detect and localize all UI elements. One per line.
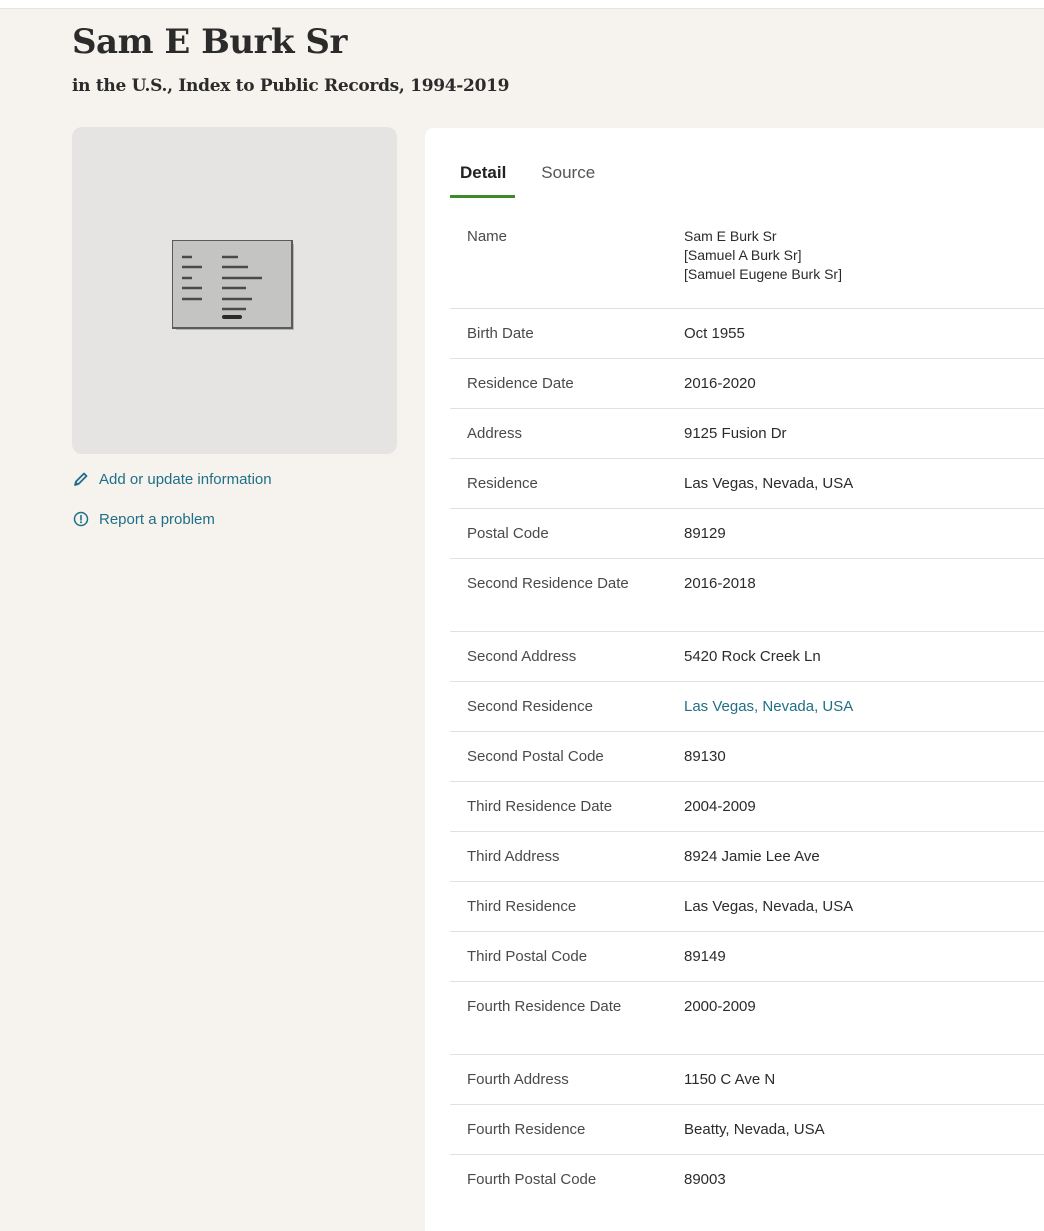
row-label: Fourth Residence [467,1121,586,1138]
row-value: 2000-2009 [684,998,756,1015]
row-value: 5420 Rock Creek Ln [684,648,821,665]
row-label: Residence [467,475,538,492]
report-problem-label: Report a problem [99,510,215,528]
name-alias: [Samuel Eugene Burk Sr] [684,266,842,282]
table-row: Birth Date Oct 1955 [450,309,1044,359]
row-label: Second Address [467,648,577,665]
row-value: 2016-2020 [684,375,756,392]
table-row: Residence Date 2016-2020 [450,359,1044,409]
row-label: Birth Date [467,325,534,342]
top-bar [0,0,1044,9]
document-card-icon [172,240,294,330]
row-label: Fourth Postal Code [467,1171,597,1188]
table-row: Second Address 5420 Rock Creek Ln [450,632,1044,682]
row-value: 2016-2018 [684,575,756,592]
row-label: Second Residence [467,698,593,715]
row-value: 89149 [684,948,726,965]
row-value: 89130 [684,748,726,765]
table-row: Fourth Residence Beatty, Nevada, USA [450,1105,1044,1155]
table-row: Residence Las Vegas, Nevada, USA [450,459,1044,509]
table-row: Second Residence Las Vegas, Nevada, USA [450,682,1044,732]
row-value: Las Vegas, Nevada, USA [684,475,854,492]
table-row: Third Residence Date 2004-2009 [450,782,1044,832]
table-row: Second Residence Date 2016-2018 [450,559,1044,632]
row-label: Address [467,425,523,442]
table-row: Third Address 8924 Jamie Lee Ave [450,832,1044,882]
table-row: Postal Code 89129 [450,509,1044,559]
row-label: Second Postal Code [467,748,604,765]
name-alias: [Samuel A Burk Sr] [684,247,802,263]
report-problem-link[interactable]: Report a problem [72,506,272,532]
row-label: Residence Date [467,375,574,392]
row-label: Postal Code [467,525,549,542]
tab-source[interactable]: Source [531,161,604,198]
table-row: Fourth Residence Date 2000-2009 [450,982,1044,1055]
residence-link[interactable]: Las Vegas, Nevada, USA [684,697,1044,731]
table-row-name: Name Sam E Burk Sr [Samuel A Burk Sr] [S… [450,207,1044,309]
add-update-info-label: Add or update information [99,470,272,488]
info-circle-icon [72,510,90,528]
row-label: Fourth Residence Date [467,998,622,1015]
row-label: Third Postal Code [467,948,588,965]
table-row: Fourth Address 1150 C Ave N [450,1055,1044,1105]
row-value: Las Vegas, Nevada, USA [684,898,854,915]
page-title: Sam E Burk Sr [72,22,347,62]
row-value: Oct 1955 [684,325,745,342]
row-label: Name [467,228,508,245]
table-row: Third Postal Code 89149 [450,932,1044,982]
row-label: Third Residence Date [467,798,613,815]
row-value: 89129 [684,525,726,542]
row-value: 89003 [684,1171,726,1188]
record-tabs: Detail Source [450,161,620,198]
pencil-icon [72,470,90,488]
record-thumbnail[interactable] [72,127,397,454]
add-update-info-link[interactable]: Add or update information [72,466,272,492]
record-actions: Add or update information Report a probl… [72,466,272,546]
row-value: Beatty, Nevada, USA [684,1121,825,1138]
row-label: Third Address [467,848,560,865]
table-row: Address 9125 Fusion Dr [450,409,1044,459]
collection-subtitle: in the U.S., Index to Public Records, 19… [72,76,510,96]
table-row: Second Postal Code 89130 [450,732,1044,782]
row-value: 9125 Fusion Dr [684,425,787,442]
table-row: Third Residence Las Vegas, Nevada, USA [450,882,1044,932]
detail-table: Name Sam E Burk Sr [Samuel A Burk Sr] [S… [450,207,1044,1205]
table-row: Fourth Postal Code 89003 [450,1155,1044,1205]
row-value: 1150 C Ave N [684,1071,776,1088]
row-value: 2004-2009 [684,798,756,815]
name-primary: Sam E Burk Sr [684,228,777,244]
row-label: Second Residence Date [467,575,629,592]
tab-detail[interactable]: Detail [450,161,516,198]
row-label: Fourth Address [467,1071,569,1088]
row-value: 8924 Jamie Lee Ave [684,848,820,865]
row-value: Sam E Burk Sr [Samuel A Burk Sr] [Samuel… [684,227,1044,308]
row-label: Third Residence [467,898,577,915]
record-detail-panel: Detail Source Name Sam E Burk Sr [Samuel… [425,128,1044,1231]
